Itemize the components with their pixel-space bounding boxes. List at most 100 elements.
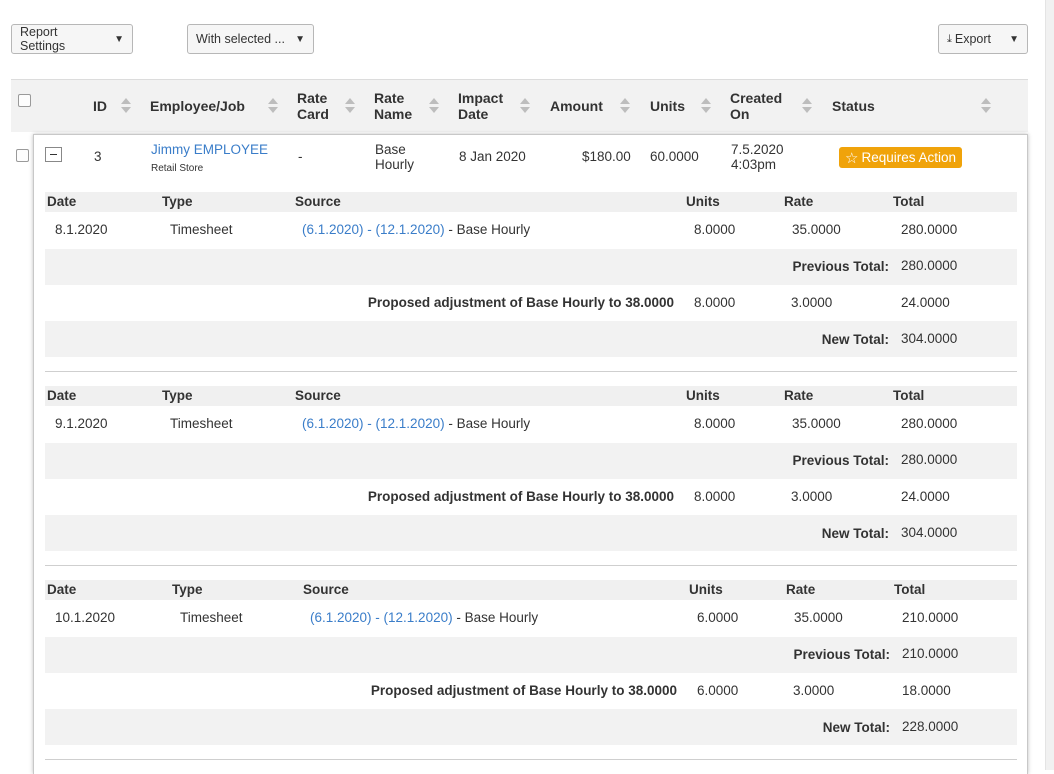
row-rate-name-line2: Hourly [375,157,415,172]
detail-header-total: Total [893,194,925,209]
timesheet-link[interactable]: (6.1.2020) - (12.1.2020) [302,416,445,431]
detail-header-units: Units [686,194,720,209]
created-header-line2: On [730,106,750,122]
detail-rate: 35.0000 [792,416,841,431]
sort-icon[interactable] [429,98,439,114]
row-created-date: 7.5.2020 [731,142,784,157]
collapse-icon[interactable] [45,147,62,162]
column-header-rate-name[interactable]: Rate Name [374,90,412,122]
detail-type: Timesheet [170,222,233,237]
select-all-checkbox[interactable] [18,94,31,107]
detail-header-type: Type [162,388,193,403]
column-header-id[interactable]: ID [93,98,107,114]
sort-icon[interactable] [268,98,278,114]
with-selected-button[interactable]: With selected ... ▼ [187,24,314,54]
detail-source: (6.1.2020) - (12.1.2020) - Base Hourly [310,610,538,625]
detail-source: (6.1.2020) - (12.1.2020) - Base Hourly [302,416,530,431]
detail-header-row: Date Type Source Units Rate Total [45,580,1017,600]
detail-header-type: Type [162,194,193,209]
detail-total: 280.0000 [901,222,958,237]
timesheet-link[interactable]: (6.1.2020) - (12.1.2020) [310,610,453,625]
rate-name-header-line1: Rate [374,90,405,106]
new-total-label: New Total: [822,720,890,735]
detail-units: 6.0000 [697,610,739,625]
row-rate-name-line1: Base [375,142,406,157]
detail-rate: 35.0000 [794,610,843,625]
detail-header-date: Date [47,582,77,597]
detail-source: (6.1.2020) - (12.1.2020) - Base Hourly [302,222,530,237]
column-header-status[interactable]: Status [832,98,875,114]
column-header-impact-date[interactable]: Impact Date [458,90,503,122]
job-name: Retail Store [151,163,204,174]
sort-icon[interactable] [121,98,131,114]
employee-link[interactable]: Jimmy EMPLOYEE [151,142,268,157]
source-suffix: - Base Hourly [452,610,539,625]
adjustment-rate: 3.0000 [791,489,833,504]
detail-total: 280.0000 [901,416,958,431]
rate-name-header-line2: Name [374,106,413,122]
detail-units: 8.0000 [694,222,736,237]
section-divider [45,565,1017,566]
previous-total-label: Previous Total: [792,259,889,274]
column-header-created-on[interactable]: Created On [730,90,782,122]
detail-date: 8.1.2020 [55,222,108,237]
detail-header-source: Source [303,582,349,597]
detail-type: Timesheet [180,610,243,625]
adjustment-total: 24.0000 [901,489,950,504]
column-header-employee[interactable]: Employee/Job [150,98,245,114]
detail-units: 8.0000 [694,416,736,431]
chevron-down-icon: ▼ [114,33,124,45]
scrollbar[interactable] [1045,0,1054,770]
previous-total-value: 280.0000 [901,452,958,467]
export-button[interactable]: ⤓ Export ▼ [938,24,1028,54]
sort-icon[interactable] [345,98,355,114]
sort-icon[interactable] [620,98,630,114]
row-created-time: 4:03pm [731,157,777,172]
new-total-label: New Total: [821,332,889,347]
sort-icon[interactable] [520,98,530,114]
export-label: Export [954,32,992,46]
detail-header-rate: Rate [784,388,814,403]
with-selected-label: With selected ... [196,32,285,46]
adjustment-rate: 3.0000 [793,683,835,698]
adjustment-rate: 3.0000 [791,295,833,310]
detail-header-date: Date [47,194,77,209]
adjustment-label: Proposed adjustment of Base Hourly to 38… [370,683,677,698]
column-header-rate-card[interactable]: Rate Card [297,90,329,122]
source-suffix: - Base Hourly [444,416,531,431]
detail-header-rate: Rate [784,194,814,209]
detail-header-row: Date Type Source Units Rate Total [45,192,1017,212]
sort-icon[interactable] [981,98,991,114]
status-badge[interactable]: ☆ Requires Action [839,147,963,168]
rate-card-header-line1: Rate [297,90,328,106]
new-total-value: 304.0000 [901,331,958,346]
chevron-down-icon: ▼ [1009,33,1019,45]
row-impact-date: 8 Jan 2020 [459,149,526,164]
previous-total-label: Previous Total: [792,453,889,468]
previous-total-value: 280.0000 [901,258,958,273]
row-rate-card: - [298,149,303,164]
adjustment-total: 18.0000 [902,683,951,698]
timesheet-link[interactable]: (6.1.2020) - (12.1.2020) [302,222,445,237]
detail-header-total: Total [893,388,925,403]
download-icon: ⤓ [947,32,952,45]
column-header-units[interactable]: Units [650,98,685,114]
impact-header-line1: Impact [458,90,504,106]
sort-icon[interactable] [802,98,812,114]
detail-rate: 35.0000 [792,222,841,237]
chevron-down-icon: ▼ [295,33,305,45]
column-header-amount[interactable]: Amount [550,98,603,114]
detail-header-row: Date Type Source Units Rate Total [45,386,1017,406]
created-header-line1: Created [730,90,783,106]
detail-date: 10.1.2020 [55,610,116,625]
row-checkbox[interactable] [16,149,29,162]
detail-header-source: Source [295,388,341,403]
rate-card-header-line2: Card [297,106,329,122]
detail-total: 210.0000 [902,610,959,625]
detail-header-total: Total [894,582,926,597]
report-settings-button[interactable]: Report Settings ▼ [11,24,133,54]
detail-type: Timesheet [170,416,233,431]
section-divider [45,759,1017,760]
adjustment-label: Proposed adjustment of Base Hourly to 38… [367,295,674,310]
sort-icon[interactable] [701,98,711,114]
